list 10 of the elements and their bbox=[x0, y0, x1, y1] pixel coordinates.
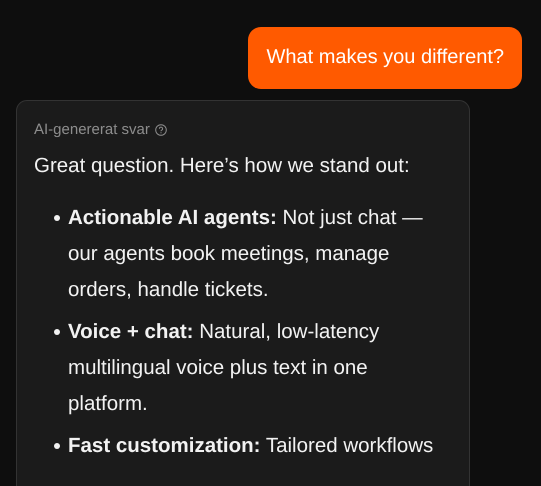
bullet-icon bbox=[54, 329, 60, 335]
reply-point: Fast customization: Tailored workflows bbox=[68, 433, 434, 459]
help-icon[interactable] bbox=[154, 124, 167, 136]
reply-point: Voice + chat: Natural, low-latency multilingual voice plus text in one platform. bbox=[68, 319, 380, 417]
bullet-icon bbox=[54, 215, 60, 221]
reply-point: Actionable AI agents: Not just chat — our agents book meetings, manage orders, handle tickets. bbox=[68, 205, 424, 303]
bullet-icon bbox=[54, 443, 60, 449]
reply-intro: Great question. Here’s how we stand out: bbox=[34, 154, 411, 178]
user-message: What makes you different? bbox=[248, 27, 522, 89]
reply-label: AI-genererat svar bbox=[34, 121, 150, 138]
